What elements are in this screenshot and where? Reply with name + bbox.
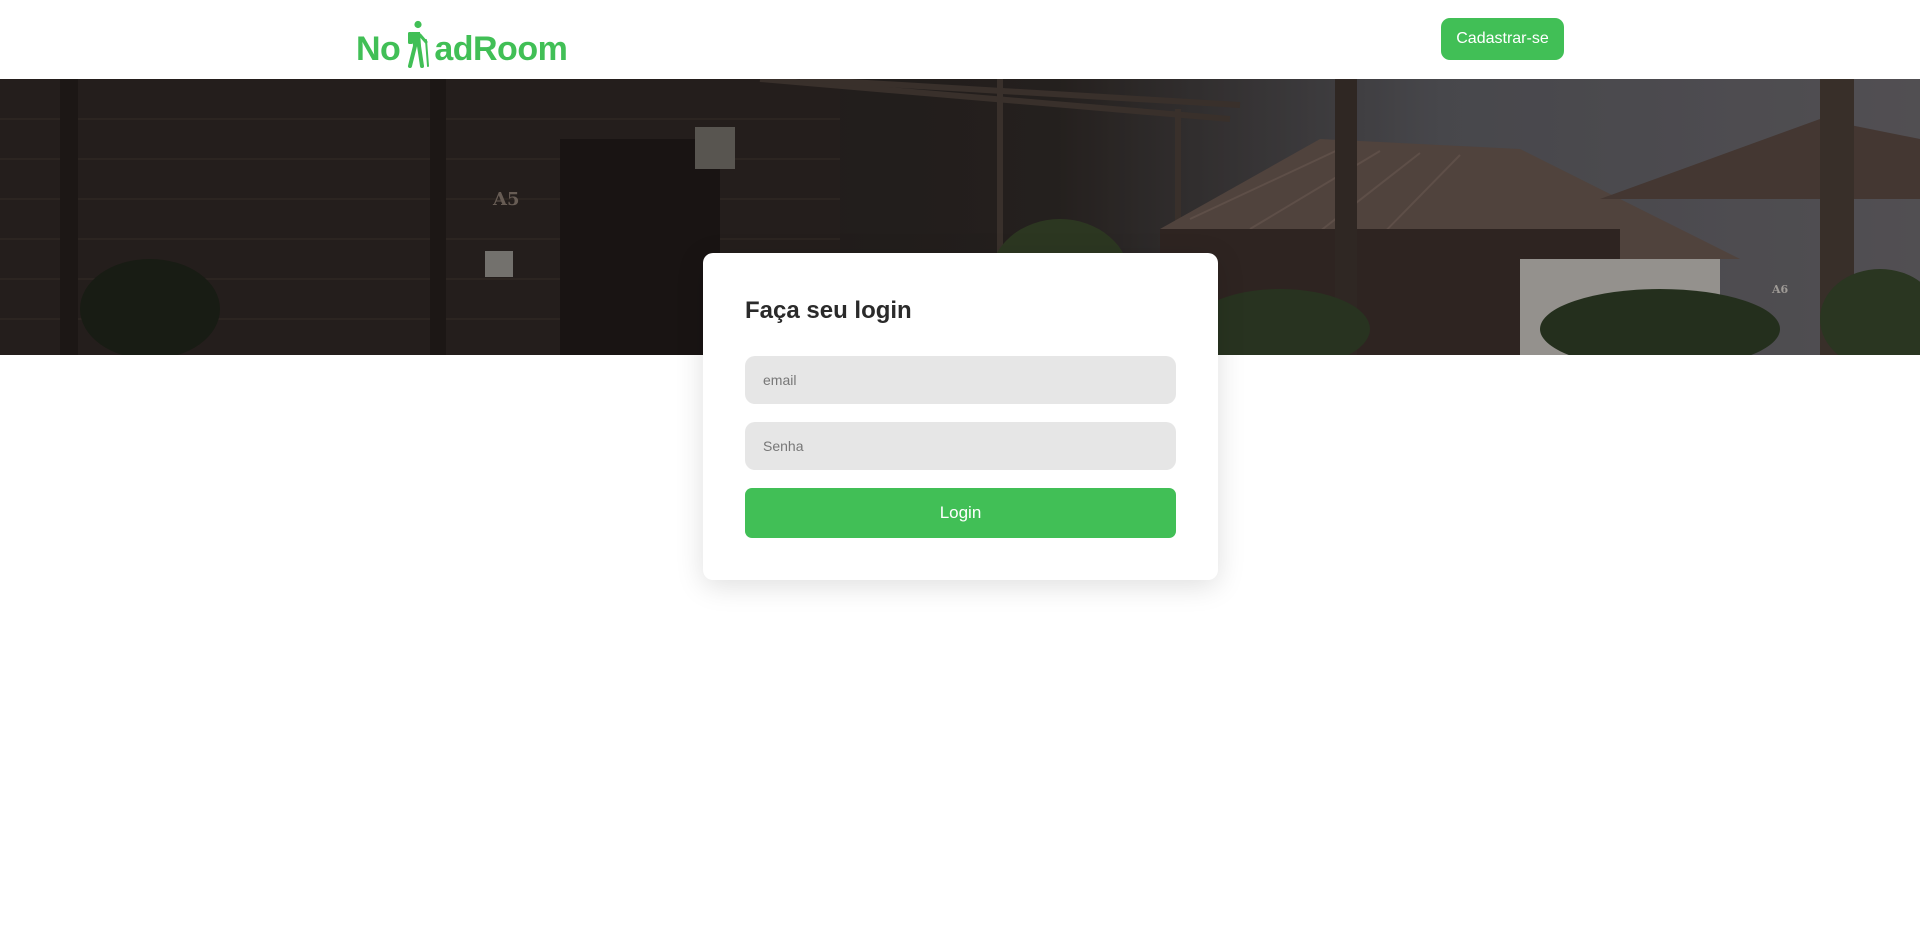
password-field[interactable]	[745, 422, 1176, 470]
login-title: Faça seu login	[745, 297, 912, 324]
login-button[interactable]: Login	[745, 488, 1176, 538]
nomadroom-logo[interactable]: No adRoom	[356, 16, 568, 68]
signup-button[interactable]: Cadastrar-se	[1441, 18, 1564, 60]
login-card: Faça seu login Login	[703, 253, 1218, 580]
email-field[interactable]	[745, 356, 1176, 404]
logo-text-start: No	[356, 30, 401, 68]
hiker-icon	[400, 20, 434, 68]
top-header: No adRoom Cadastrar-se	[0, 0, 1920, 79]
logo-text-end: adRoom	[434, 30, 568, 68]
